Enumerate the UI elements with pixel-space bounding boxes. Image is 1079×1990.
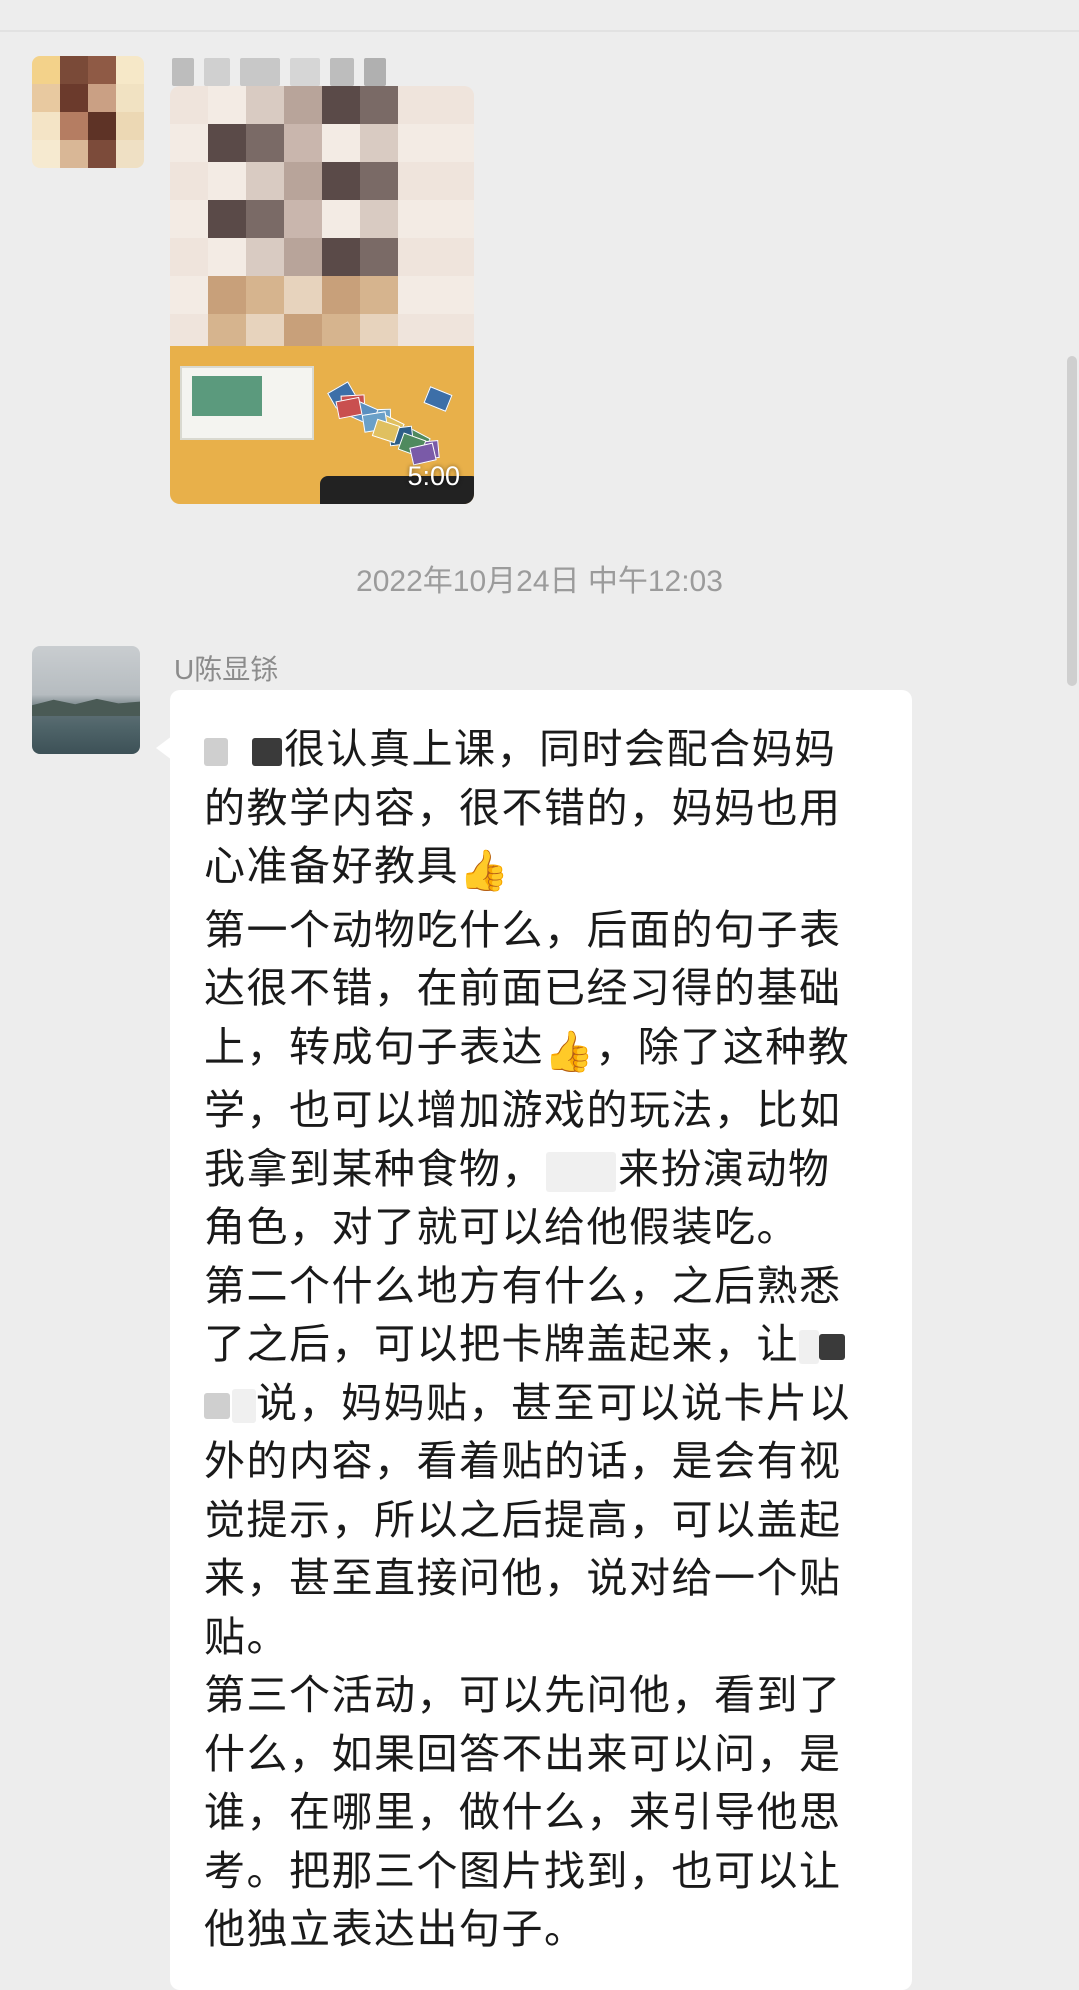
message-line: 第三个活动，可以先问他，看到了 xyxy=(204,1671,842,1719)
header-divider xyxy=(0,30,1079,32)
message-line: 他独立表达出句子。 xyxy=(204,1905,587,1953)
chat-timestamp: 2022年10月24日 中午12:03 xyxy=(356,565,723,598)
message-line: 学，也可以增加游戏的玩法，比如 xyxy=(204,1086,842,1134)
sender-name-redacted xyxy=(172,58,402,86)
message-line: 觉提示，所以之后提高，可以盖起 xyxy=(204,1495,842,1544)
message-line: 考。把那三个图片找到，也可以让 xyxy=(204,1846,842,1895)
redacted-name xyxy=(799,1330,819,1364)
text-message-bubble[interactable]: 很认真上课，同时会配合妈妈 的教学内容，很不错的，妈妈也用 心准备好教具👍 第一… xyxy=(170,690,912,1990)
video-duration: 5:00 xyxy=(407,461,460,491)
message-line: 达很不错，在前面已经习得的基础 xyxy=(204,964,842,1012)
message-line: 角色，对了就可以给他假装吃。 xyxy=(204,1203,799,1251)
redacted-name xyxy=(252,738,282,766)
message-line: 什么，如果回答不出来可以问，是 xyxy=(204,1729,842,1778)
message-line: 贴。 xyxy=(204,1612,289,1661)
message-text: 很认真上课，同时会配合妈妈 的教学内容，很不错的，妈妈也用 心准备好教具👍 第一… xyxy=(204,720,894,1959)
video-cards xyxy=(327,381,453,466)
message-line: 谁，在哪里，做什么，来引导他思 xyxy=(204,1788,842,1836)
message-line: 的教学内容，很不错的，妈妈也用 xyxy=(204,783,842,832)
redacted-name xyxy=(819,1334,845,1360)
video-message[interactable]: 5:00 xyxy=(170,86,474,504)
message-line: 说，妈妈贴，甚至可以说卡片以 xyxy=(256,1378,851,1427)
message-line: 来，甚至直接问他，说对给一个贴 xyxy=(204,1554,842,1602)
video-worksheet xyxy=(180,366,314,440)
thumbs-up-icon: 👍 xyxy=(459,848,511,894)
redacted-name xyxy=(546,1151,616,1192)
message-line: 心准备好教具 xyxy=(204,842,459,890)
message-line: 外的内容，看着贴的话，是会有视 xyxy=(204,1437,842,1485)
message-line: 我拿到某种食物， xyxy=(204,1144,544,1193)
thumbs-up-icon: 👍 xyxy=(544,1028,596,1075)
scrollbar[interactable] xyxy=(1067,356,1077,686)
message-line: 第一个动物吃什么，后面的句子表 xyxy=(204,905,842,954)
redacted-name xyxy=(204,738,228,766)
message-line: 上，转成句子表达 xyxy=(204,1022,544,1071)
avatar[interactable] xyxy=(32,56,144,168)
message-line: 很认真上课，同时会配合妈妈 xyxy=(284,725,837,773)
sender-name: U陈显铩 xyxy=(174,654,279,685)
avatar[interactable] xyxy=(32,646,140,754)
message-line: 了之后，可以把卡牌盖起来，让 xyxy=(204,1320,799,1368)
message-line: ，除了这种教 xyxy=(595,1022,851,1071)
redacted-name xyxy=(204,1392,230,1419)
message-line: 第二个什么地方有什么，之后熟悉 xyxy=(204,1261,842,1310)
message-line: 来扮演动物 xyxy=(618,1144,831,1193)
redacted-name xyxy=(232,1388,256,1423)
